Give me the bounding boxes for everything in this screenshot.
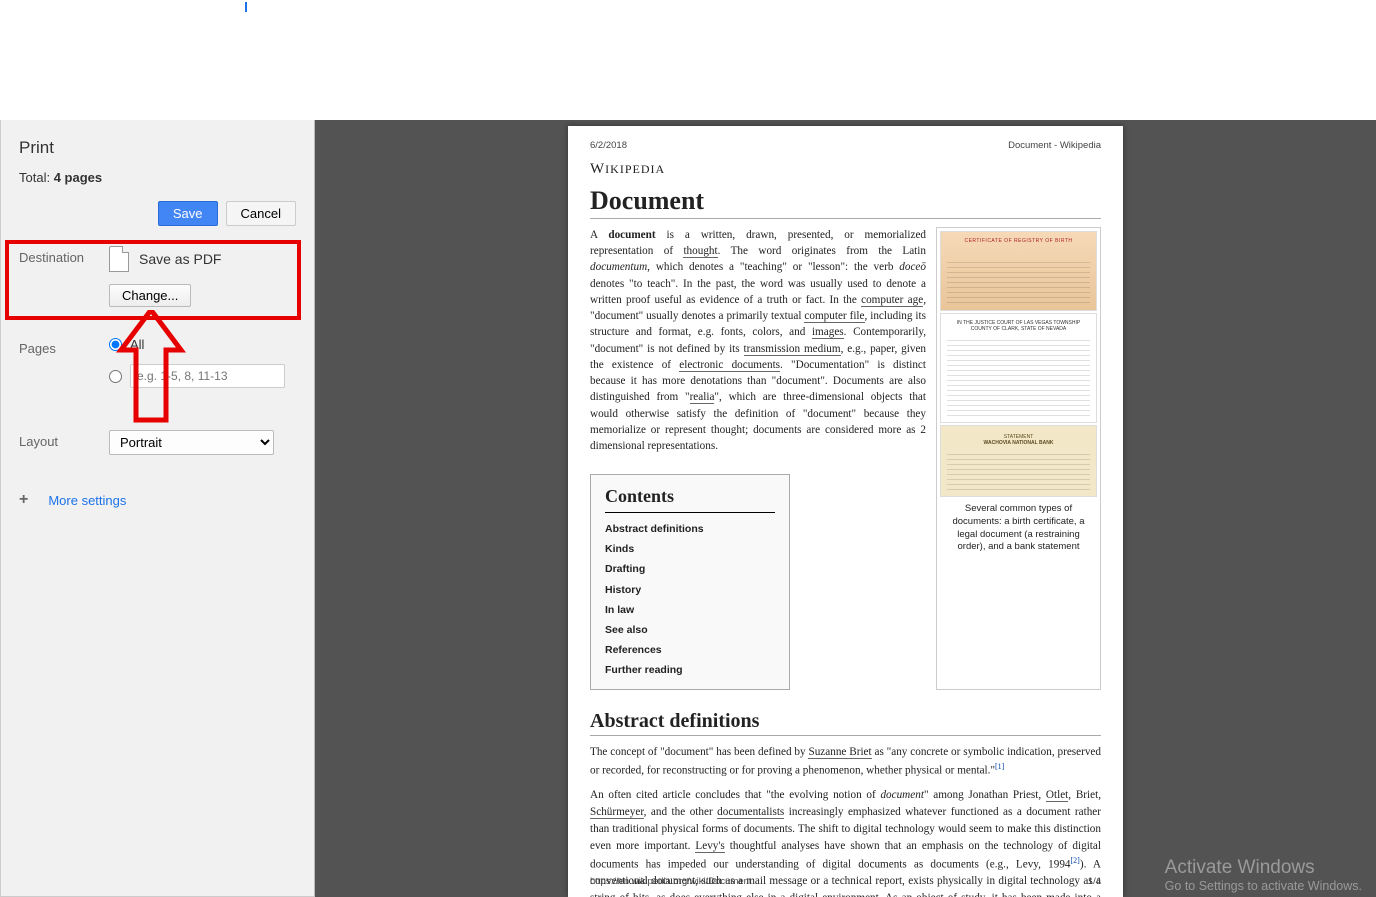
infobox-image-legal-document: IN THE JUSTICE COURT OF LAS VEGAS TOWNSH… [940,313,1097,423]
page-header: 6/2/2018 Document - Wikipedia [590,140,1101,151]
destination-section: Destination Save as PDF Change... [19,246,296,307]
pages-label: Pages [19,337,109,356]
pages-all-radio[interactable] [109,338,122,351]
layout-label: Layout [19,430,109,449]
header-doc-title: Document - Wikipedia [1008,140,1101,151]
abstract-paragraph-1: The concept of "document" has been defin… [590,744,1101,779]
destination-value: Save as PDF [139,251,221,267]
destination-value-row: Save as PDF [109,246,296,272]
total-pages-line: Total: 4 pages [19,170,296,185]
more-settings-label: More settings [48,493,126,508]
contents-list: Abstract definitionsKindsDraftingHistory… [605,519,775,681]
contents-item[interactable]: See also [605,620,775,640]
article-title: Document [590,186,1101,219]
pages-custom-radio[interactable] [109,370,122,383]
infobox-caption: Several common types of documents: a bir… [940,497,1097,556]
cancel-button[interactable]: Cancel [226,201,296,226]
pages-section: Pages All [19,337,296,400]
plus-icon: + [19,491,28,509]
contents-item[interactable]: In law [605,600,775,620]
change-destination-button[interactable]: Change... [109,284,191,307]
header-date: 6/2/2018 [590,140,627,151]
panel-title: Print [19,138,296,158]
app-window: Print Total: 4 pages Save Cancel Destina… [0,0,1376,897]
save-button[interactable]: Save [158,201,218,226]
contents-item[interactable]: References [605,641,775,661]
total-value: 4 pages [54,170,102,185]
wikipedia-logo-text: WIKIPEDIA [590,161,1101,178]
layout-section: Layout Portrait Landscape [19,430,296,455]
page-footer: https://en.wikipedia.org/wiki/Document 1… [590,876,1101,887]
footer-url: https://en.wikipedia.org/wiki/Document [590,876,752,887]
article-body: A document is a written, drawn, presente… [590,227,1101,690]
pages-custom-input[interactable] [130,364,285,388]
infobox: CERTIFICATE OF REGISTRY OF BIRTH IN THE … [936,227,1101,690]
contents-item[interactable]: Abstract definitions [605,519,775,539]
total-prefix: Total: [19,170,54,185]
contents-item[interactable]: Kinds [605,540,775,560]
lead-paragraph: A document is a written, drawn, presente… [590,227,926,454]
pdf-file-icon [109,246,129,272]
destination-label: Destination [19,246,109,265]
contents-title: Contents [605,483,775,513]
action-buttons: Save Cancel [19,201,296,226]
pages-all-label: All [130,337,144,352]
contents-item[interactable]: Further reading [605,661,775,681]
preview-page: 6/2/2018 Document - Wikipedia WIKIPEDIA … [568,126,1123,897]
contents-item[interactable]: History [605,580,775,600]
more-settings-toggle[interactable]: + More settings [19,485,296,509]
print-settings-panel: Print Total: 4 pages Save Cancel Destina… [0,120,315,897]
infobox-image-birth-certificate: CERTIFICATE OF REGISTRY OF BIRTH [940,231,1097,311]
print-preview-area: 6/2/2018 Document - Wikipedia WIKIPEDIA … [315,120,1376,897]
infobox-image-bank-statement: STATEMENTWACHOVIA NATIONAL BANK [940,425,1097,497]
footer-page-number: 1/4 [1088,876,1101,887]
contents-item[interactable]: Drafting [605,560,775,580]
section-heading-abstract: Abstract definitions [590,710,1101,736]
contents-box: Contents Abstract definitionsKindsDrafti… [590,474,790,690]
layout-select[interactable]: Portrait Landscape [109,430,274,455]
